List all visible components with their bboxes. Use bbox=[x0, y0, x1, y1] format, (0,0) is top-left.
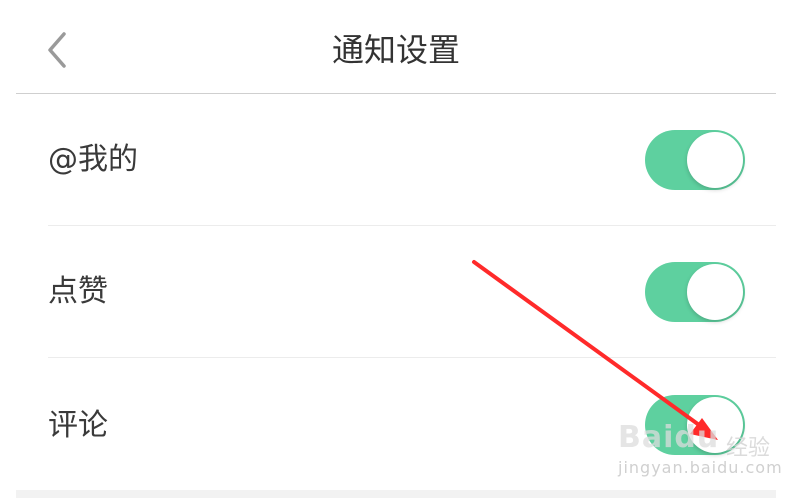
toggle-comments[interactable] bbox=[645, 395, 745, 455]
section-divider bbox=[16, 490, 776, 498]
toggle-knob bbox=[687, 264, 743, 320]
setting-label-likes: 点赞 bbox=[48, 274, 108, 309]
toggle-knob bbox=[687, 397, 743, 453]
toggle-knob bbox=[687, 132, 743, 188]
setting-row-at-me: @我的 bbox=[0, 94, 804, 226]
page-title: 通知设置 bbox=[331, 31, 460, 69]
setting-label-at-me: @我的 bbox=[48, 142, 138, 177]
toggle-at-me[interactable] bbox=[645, 130, 745, 190]
setting-row-comments: 评论 bbox=[0, 358, 804, 490]
toggle-likes[interactable] bbox=[645, 262, 745, 322]
setting-label-comments: 评论 bbox=[48, 408, 108, 443]
setting-row-likes: 点赞 bbox=[0, 226, 804, 358]
app-header: 通知设置 bbox=[0, 0, 804, 94]
